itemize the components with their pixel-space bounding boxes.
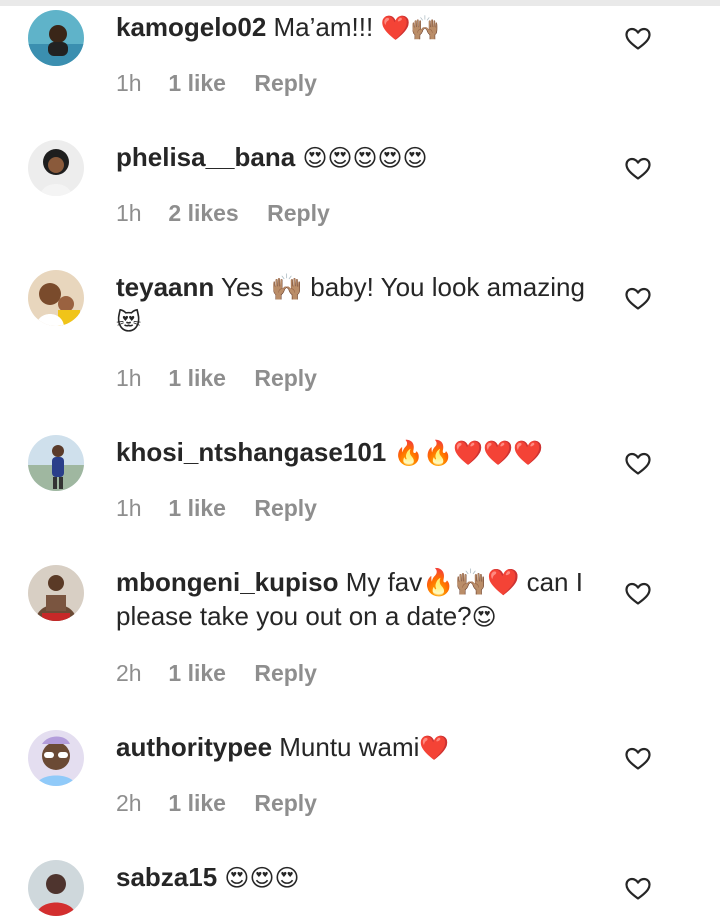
comment-text: Yes 🙌🏽 baby! You look amazing: [214, 272, 585, 302]
comment-time: 1h: [116, 495, 142, 521]
reply-button[interactable]: Reply: [254, 70, 317, 97]
comment-username[interactable]: authoritypee: [116, 732, 272, 762]
comment-time: 2h: [116, 790, 142, 816]
comment-meta: 2h 1 like Reply: [116, 790, 317, 817]
avatar[interactable]: [28, 730, 84, 786]
heart-outline-icon[interactable]: [625, 877, 651, 901]
comment-username[interactable]: khosi_ntshangase101: [116, 437, 386, 467]
comment-body: sabza15 😍😍😍: [116, 860, 596, 895]
comment-username[interactable]: mbongeni_kupiso: [116, 567, 338, 597]
comment-body: khosi_ntshangase101 🔥🔥❤️❤️❤️: [116, 435, 596, 470]
comment-likes[interactable]: 2 likes: [168, 200, 238, 227]
comment-meta: 1h 2 likes Reply: [116, 200, 330, 227]
heart-outline-icon[interactable]: [625, 747, 651, 771]
avatar[interactable]: [28, 860, 84, 916]
heart-outline-icon[interactable]: [625, 157, 651, 181]
avatar[interactable]: [28, 10, 84, 66]
comment-likes[interactable]: 1 like: [168, 495, 226, 522]
top-divider: [0, 0, 720, 6]
heart-outline-icon[interactable]: [625, 452, 651, 476]
comment-likes[interactable]: 1 like: [168, 70, 226, 97]
reply-button[interactable]: Reply: [254, 495, 317, 522]
comment-emoji: 😍😍😍: [224, 864, 300, 892]
comment-likes[interactable]: 1 like: [168, 365, 226, 392]
comment-emoji: 🔥🔥❤️❤️❤️: [393, 439, 543, 467]
avatar[interactable]: [28, 565, 84, 621]
comment-meta: 2h 1 like Reply: [116, 660, 317, 687]
comment-body: kamogelo02 Ma’am!!! ❤️🙌🏽: [116, 10, 596, 45]
comment-likes[interactable]: 1 like: [168, 660, 226, 687]
comment-body: authoritypee Muntu wami❤️: [116, 730, 596, 765]
comment-text: Muntu wami: [272, 732, 420, 762]
heart-outline-icon[interactable]: [625, 287, 651, 311]
comment-emoji: 😍😍😍😍😍: [302, 144, 428, 172]
reply-button[interactable]: Reply: [267, 200, 330, 227]
reply-button[interactable]: Reply: [254, 790, 317, 817]
comment-username[interactable]: phelisa__bana: [116, 142, 295, 172]
comment-text: Ma’am!!!: [266, 12, 381, 42]
comment-username[interactable]: teyaann: [116, 272, 214, 302]
comment-meta: 1h 1 like Reply: [116, 365, 317, 392]
comment-time: 1h: [116, 70, 142, 96]
comment-meta: 1h 1 like Reply: [116, 495, 317, 522]
comment-body: phelisa__bana 😍😍😍😍😍: [116, 140, 596, 175]
comment-username[interactable]: kamogelo02: [116, 12, 266, 42]
comment-body: teyaann Yes 🙌🏽 baby! You look amazing 😻: [116, 270, 596, 339]
avatar[interactable]: [28, 435, 84, 491]
comment-meta: 1h 1 like Reply: [116, 70, 317, 97]
comment-time: 1h: [116, 365, 142, 391]
avatar[interactable]: [28, 140, 84, 196]
comment-emoji: ❤️: [419, 734, 450, 762]
reply-button[interactable]: Reply: [254, 660, 317, 687]
comment-emoji: 😻: [116, 308, 142, 336]
heart-outline-icon[interactable]: [625, 27, 651, 51]
comment-emoji: ❤️🙌🏽: [380, 14, 441, 42]
comment-emoji: 😍: [471, 603, 497, 631]
comment-username[interactable]: sabza15: [116, 862, 217, 892]
comment-time: 1h: [116, 200, 142, 226]
comment-body: mbongeni_kupiso My fav🔥🙌🏽❤️ can I please…: [116, 565, 596, 634]
comment-time: 2h: [116, 660, 142, 686]
heart-outline-icon[interactable]: [625, 582, 651, 606]
avatar[interactable]: [28, 270, 84, 326]
reply-button[interactable]: Reply: [254, 365, 317, 392]
comment-likes[interactable]: 1 like: [168, 790, 226, 817]
